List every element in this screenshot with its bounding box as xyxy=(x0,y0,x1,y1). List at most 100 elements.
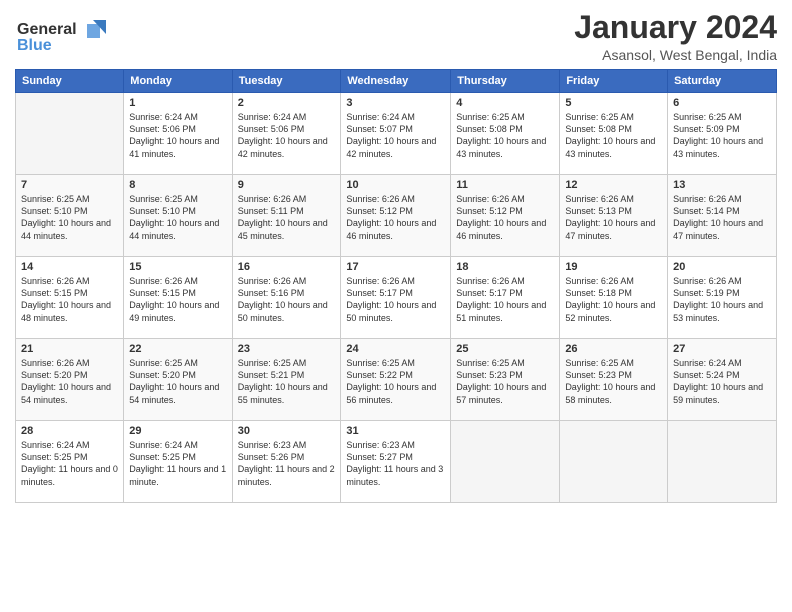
calendar-cell: 12 Sunrise: 6:26 AM Sunset: 5:13 PM Dayli… xyxy=(560,175,668,257)
day-info: Sunrise: 6:26 AM Sunset: 5:20 PM Dayligh… xyxy=(21,357,118,406)
calendar-cell: 5 Sunrise: 6:25 AM Sunset: 5:08 PM Daylig… xyxy=(560,93,668,175)
week-row-2: 14 Sunrise: 6:26 AM Sunset: 5:15 PM Dayli… xyxy=(16,257,777,339)
day-number: 7 xyxy=(21,179,118,191)
day-number: 3 xyxy=(346,97,445,109)
title-block: January 2024 Asansol, West Bengal, India xyxy=(574,10,777,63)
col-tuesday: Tuesday xyxy=(232,70,341,93)
calendar-cell xyxy=(451,421,560,503)
week-row-4: 28 Sunrise: 6:24 AM Sunset: 5:25 PM Dayli… xyxy=(16,421,777,503)
calendar-cell: 17 Sunrise: 6:26 AM Sunset: 5:17 PM Dayli… xyxy=(341,257,451,339)
day-info: Sunrise: 6:23 AM Sunset: 5:27 PM Dayligh… xyxy=(346,439,445,488)
day-number: 23 xyxy=(238,343,336,355)
calendar-cell: 21 Sunrise: 6:26 AM Sunset: 5:20 PM Dayli… xyxy=(16,339,124,421)
day-number: 24 xyxy=(346,343,445,355)
calendar-cell: 25Sunrise: 6:25 AM Sunset: 5:23 PM Dayli… xyxy=(451,339,560,421)
day-number: 4 xyxy=(456,97,554,109)
day-info: Sunrise: 6:24 AM Sunset: 5:25 PM Dayligh… xyxy=(129,439,226,488)
calendar-cell: 24 Sunrise: 6:25 AM Sunset: 5:22 PM Dayli… xyxy=(341,339,451,421)
calendar-table: Sunday Monday Tuesday Wednesday Thursday… xyxy=(15,69,777,503)
calendar-cell xyxy=(16,93,124,175)
day-number: 20 xyxy=(673,261,771,273)
calendar-cell: 8Sunrise: 6:25 AM Sunset: 5:10 PM Daylig… xyxy=(124,175,232,257)
calendar-body: 1 Sunrise: 6:24 AM Sunset: 5:06 PM Daylig… xyxy=(16,93,777,503)
logo: General Blue xyxy=(15,16,110,63)
day-number: 22 xyxy=(129,343,226,355)
calendar-cell: 18 Sunrise: 6:26 AM Sunset: 5:17 PM Dayli… xyxy=(451,257,560,339)
day-number: 25 xyxy=(456,343,554,355)
day-info: Sunrise: 6:24 AM Sunset: 5:06 PM Dayligh… xyxy=(238,111,336,160)
day-info: Sunrise: 6:24 AM Sunset: 5:24 PM Dayligh… xyxy=(673,357,771,406)
calendar-cell: 10 Sunrise: 6:26 AM Sunset: 5:12 PM Dayli… xyxy=(341,175,451,257)
day-info: Sunrise: 6:24 AM Sunset: 5:07 PM Dayligh… xyxy=(346,111,445,160)
header: General Blue January 2024 Asansol, West … xyxy=(15,10,777,63)
calendar-cell xyxy=(668,421,777,503)
day-number: 29 xyxy=(129,425,226,437)
calendar-cell: 2 Sunrise: 6:24 AM Sunset: 5:06 PM Daylig… xyxy=(232,93,341,175)
calendar-cell: 27Sunrise: 6:24 AM Sunset: 5:24 PM Dayli… xyxy=(668,339,777,421)
day-number: 18 xyxy=(456,261,554,273)
day-number: 12 xyxy=(565,179,662,191)
day-info: Sunrise: 6:25 AM Sunset: 5:09 PM Dayligh… xyxy=(673,111,771,160)
day-info: Sunrise: 6:25 AM Sunset: 5:10 PM Dayligh… xyxy=(129,193,226,242)
col-sunday: Sunday xyxy=(16,70,124,93)
calendar-header: Sunday Monday Tuesday Wednesday Thursday… xyxy=(16,70,777,93)
day-info: Sunrise: 6:26 AM Sunset: 5:12 PM Dayligh… xyxy=(456,193,554,242)
day-info: Sunrise: 6:26 AM Sunset: 5:18 PM Dayligh… xyxy=(565,275,662,324)
col-thursday: Thursday xyxy=(451,70,560,93)
day-info: Sunrise: 6:26 AM Sunset: 5:11 PM Dayligh… xyxy=(238,193,336,242)
day-number: 6 xyxy=(673,97,771,109)
header-row: Sunday Monday Tuesday Wednesday Thursday… xyxy=(16,70,777,93)
day-info: Sunrise: 6:26 AM Sunset: 5:17 PM Dayligh… xyxy=(456,275,554,324)
day-number: 11 xyxy=(456,179,554,191)
day-info: Sunrise: 6:23 AM Sunset: 5:26 PM Dayligh… xyxy=(238,439,336,488)
day-number: 26 xyxy=(565,343,662,355)
day-number: 30 xyxy=(238,425,336,437)
col-saturday: Saturday xyxy=(668,70,777,93)
day-info: Sunrise: 6:25 AM Sunset: 5:08 PM Dayligh… xyxy=(456,111,554,160)
month-title: January 2024 xyxy=(574,10,777,45)
svg-text:Blue: Blue xyxy=(17,37,52,54)
calendar-cell xyxy=(560,421,668,503)
day-number: 28 xyxy=(21,425,118,437)
day-info: Sunrise: 6:26 AM Sunset: 5:12 PM Dayligh… xyxy=(346,193,445,242)
day-number: 21 xyxy=(21,343,118,355)
calendar-cell: 7 Sunrise: 6:25 AM Sunset: 5:10 PM Daylig… xyxy=(16,175,124,257)
day-info: Sunrise: 6:26 AM Sunset: 5:16 PM Dayligh… xyxy=(238,275,336,324)
calendar-cell: 6 Sunrise: 6:25 AM Sunset: 5:09 PM Daylig… xyxy=(668,93,777,175)
day-info: Sunrise: 6:25 AM Sunset: 5:08 PM Dayligh… xyxy=(565,111,662,160)
day-number: 1 xyxy=(129,97,226,109)
day-number: 2 xyxy=(238,97,336,109)
subtitle: Asansol, West Bengal, India xyxy=(574,47,777,63)
day-info: Sunrise: 6:26 AM Sunset: 5:14 PM Dayligh… xyxy=(673,193,771,242)
day-info: Sunrise: 6:25 AM Sunset: 5:10 PM Dayligh… xyxy=(21,193,118,242)
day-info: Sunrise: 6:26 AM Sunset: 5:15 PM Dayligh… xyxy=(129,275,226,324)
calendar-cell: 29 Sunrise: 6:24 AM Sunset: 5:25 PM Dayli… xyxy=(124,421,232,503)
day-number: 13 xyxy=(673,179,771,191)
day-info: Sunrise: 6:25 AM Sunset: 5:23 PM Dayligh… xyxy=(565,357,662,406)
day-number: 16 xyxy=(238,261,336,273)
calendar-cell: 16 Sunrise: 6:26 AM Sunset: 5:16 PM Dayli… xyxy=(232,257,341,339)
day-number: 19 xyxy=(565,261,662,273)
col-monday: Monday xyxy=(124,70,232,93)
day-number: 14 xyxy=(21,261,118,273)
day-info: Sunrise: 6:26 AM Sunset: 5:17 PM Dayligh… xyxy=(346,275,445,324)
day-number: 17 xyxy=(346,261,445,273)
day-number: 15 xyxy=(129,261,226,273)
calendar-cell: 3 Sunrise: 6:24 AM Sunset: 5:07 PM Daylig… xyxy=(341,93,451,175)
day-info: Sunrise: 6:25 AM Sunset: 5:22 PM Dayligh… xyxy=(346,357,445,406)
calendar-cell: 4 Sunrise: 6:25 AM Sunset: 5:08 PM Daylig… xyxy=(451,93,560,175)
calendar-cell: 15 Sunrise: 6:26 AM Sunset: 5:15 PM Dayli… xyxy=(124,257,232,339)
day-number: 10 xyxy=(346,179,445,191)
calendar-cell: 26 Sunrise: 6:25 AM Sunset: 5:23 PM Dayli… xyxy=(560,339,668,421)
col-friday: Friday xyxy=(560,70,668,93)
day-info: Sunrise: 6:26 AM Sunset: 5:19 PM Dayligh… xyxy=(673,275,771,324)
day-number: 5 xyxy=(565,97,662,109)
calendar-cell: 11 Sunrise: 6:26 AM Sunset: 5:12 PM Dayli… xyxy=(451,175,560,257)
svg-text:General: General xyxy=(17,21,77,38)
week-row-3: 21 Sunrise: 6:26 AM Sunset: 5:20 PM Dayli… xyxy=(16,339,777,421)
day-info: Sunrise: 6:26 AM Sunset: 5:13 PM Dayligh… xyxy=(565,193,662,242)
week-row-0: 1 Sunrise: 6:24 AM Sunset: 5:06 PM Daylig… xyxy=(16,93,777,175)
calendar-cell: 31 Sunrise: 6:23 AM Sunset: 5:27 PM Dayli… xyxy=(341,421,451,503)
calendar-cell: 22Sunrise: 6:25 AM Sunset: 5:20 PM Dayli… xyxy=(124,339,232,421)
day-number: 31 xyxy=(346,425,445,437)
